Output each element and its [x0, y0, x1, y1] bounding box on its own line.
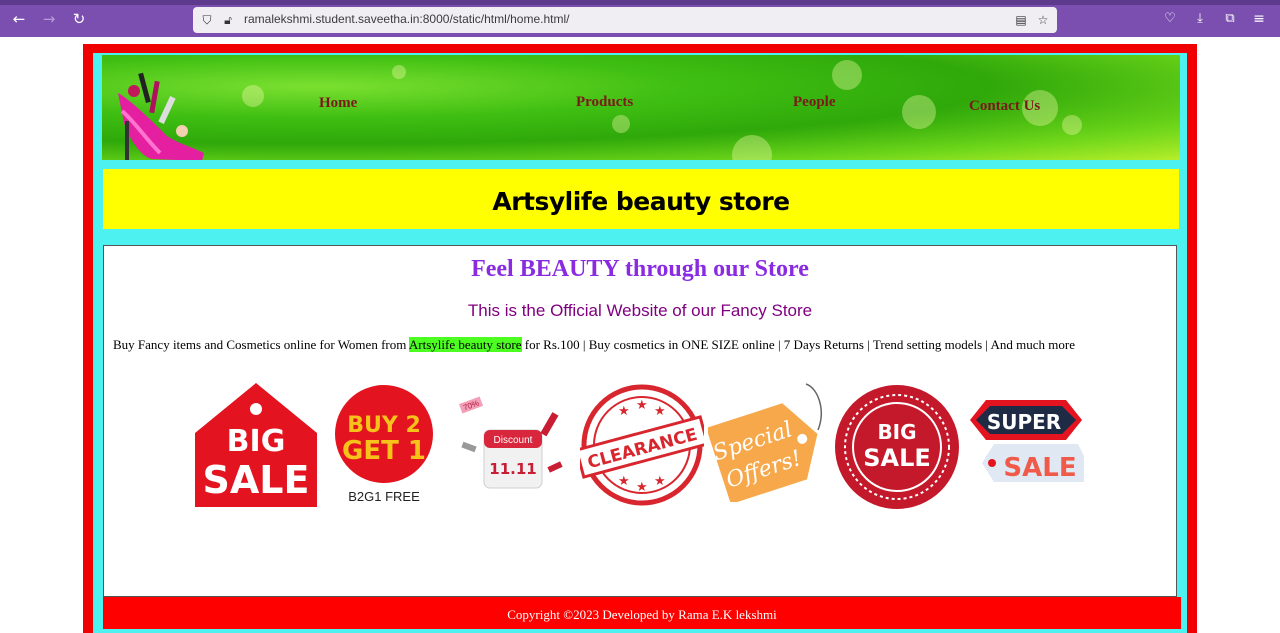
svg-text:★: ★	[654, 474, 666, 489]
shield-icon[interactable]: ⛉	[199, 12, 215, 28]
page-subheading: This is the Official Website of our Fanc…	[467, 301, 813, 320]
site-header: Home Products People Contact Us	[102, 55, 1180, 160]
bokeh-light	[732, 135, 772, 160]
discount-label: Discount	[494, 435, 533, 446]
svg-text:★: ★	[618, 474, 630, 489]
reload-icon: ↻	[72, 10, 86, 28]
store-title-bar: Artsylife beauty store	[103, 169, 1179, 229]
bokeh-light	[902, 95, 936, 129]
super-sale-word: SALE	[1003, 453, 1076, 483]
pocket-icon[interactable]: ♡	[1160, 9, 1180, 29]
copyright-text: Copyright ©2023 Developed by Rama E.K le…	[507, 607, 777, 622]
address-bar[interactable]: ⛉ 🔓︎ ramalekshmi.student.saveetha.in:800…	[193, 7, 1057, 33]
bokeh-light	[242, 85, 264, 107]
super-word: SUPER	[987, 410, 1061, 434]
discount-calendar-image: 70% Discount 11.11	[458, 396, 563, 489]
bokeh-light	[612, 115, 630, 133]
site-footer: Copyright ©2023 Developed by Rama E.K le…	[103, 597, 1181, 629]
svg-text:★: ★	[618, 404, 630, 419]
description-part-1: Buy Fancy items and Cosmetics online for…	[113, 337, 409, 352]
reload-button[interactable]: ↻	[69, 9, 89, 29]
big-sale-seal-word-2: SALE	[863, 444, 931, 472]
bokeh-light	[832, 60, 862, 90]
buy2-get1-image: BUY 2 GET 1 B2G1 FREE	[335, 385, 433, 504]
svg-text:★: ★	[636, 480, 648, 495]
big-sale-word-2: SALE	[203, 458, 310, 502]
store-title: Artsylife beauty store	[492, 187, 790, 216]
bokeh-light	[1062, 115, 1082, 135]
b2g1-line-1: BUY 2	[347, 413, 421, 438]
nav-people[interactable]: People	[793, 94, 836, 111]
download-icon[interactable]: ⤓	[1190, 9, 1210, 29]
store-name-highlight: Artsylife beauty store	[408, 337, 522, 352]
description-part-2: for Rs.100 | Buy cosmetics in ONE SIZE o…	[521, 337, 1075, 352]
reader-view-icon[interactable]: ▤	[1013, 12, 1029, 28]
nav-home[interactable]: Home	[319, 95, 357, 112]
discount-percent: 70%	[462, 399, 480, 413]
description-text: Buy Fancy items and Cosmetics online for…	[113, 337, 1173, 353]
page-headline: Feel BEAUTY through our Store	[471, 256, 809, 282]
bokeh-light	[392, 65, 406, 79]
url-text[interactable]: ramalekshmi.student.saveetha.in:8000/sta…	[244, 12, 570, 26]
clearance-stamp-image: ★ ★ ★ ★ ★ ★ CLEARANCE	[580, 384, 704, 506]
b2g1-caption: B2G1 FREE	[348, 489, 420, 504]
bookmark-star-icon[interactable]: ☆	[1035, 12, 1051, 28]
discount-date: 11.11	[489, 460, 536, 478]
extensions-icon[interactable]: ⧉	[1220, 9, 1240, 29]
menu-icon[interactable]: ≡	[1249, 9, 1269, 29]
svg-text:★: ★	[654, 404, 666, 419]
big-sale-seal-word-1: BIG	[877, 420, 916, 444]
svg-text:★: ★	[636, 398, 648, 413]
big-sale-word-1: BIG	[227, 424, 286, 459]
browser-tab-strip	[0, 0, 1280, 5]
browser-toolbar: ← → ↻ ⛉ 🔓︎ ramalekshmi.student.saveetha.…	[0, 0, 1280, 37]
nav-contact-us[interactable]: Contact Us	[969, 98, 1040, 115]
special-offers-tag-image: Special Offers!	[708, 383, 822, 502]
forward-button[interactable]: →	[39, 9, 59, 29]
insecure-lock-icon[interactable]: 🔓︎	[220, 12, 236, 28]
b2g1-line-2: GET 1	[342, 436, 426, 466]
nav-products[interactable]: Products	[576, 94, 633, 111]
arrow-left-icon: ←	[12, 10, 26, 28]
arrow-right-icon: →	[42, 10, 56, 28]
big-sale-seal-image: BIG SALE	[835, 385, 959, 509]
high-heel-logo	[118, 72, 204, 160]
super-sale-image: SUPER SALE	[970, 400, 1084, 483]
back-button[interactable]: ←	[9, 9, 29, 29]
big-sale-tag-image: BIG SALE	[195, 383, 317, 507]
main-content: Feel BEAUTY through our Store This is th…	[103, 245, 1177, 597]
